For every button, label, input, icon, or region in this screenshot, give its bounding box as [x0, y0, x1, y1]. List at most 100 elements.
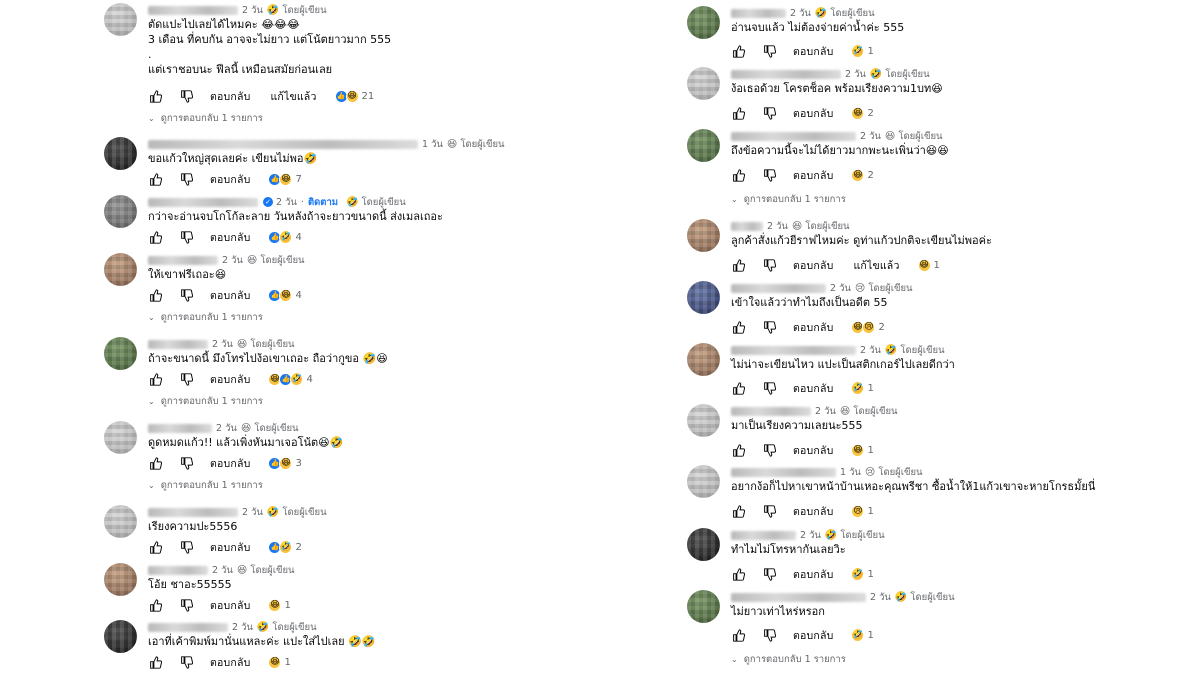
avatar[interactable]	[104, 563, 137, 596]
edited-label[interactable]: แก้ไขแล้ว	[853, 257, 899, 274]
dislike-icon[interactable]	[179, 598, 193, 612]
comment-time[interactable]: 2 วัน	[845, 67, 866, 82]
reply-button[interactable]: ตอบกลับ	[793, 319, 833, 336]
reaction-summary[interactable]: 👍 🤣 4	[268, 230, 302, 244]
commenter-name-blurred[interactable]	[731, 467, 836, 477]
reaction-summary[interactable]: 😆 1	[268, 598, 291, 612]
commenter-name-blurred[interactable]	[731, 8, 786, 18]
like-icon[interactable]	[731, 381, 745, 395]
avatar[interactable]	[104, 421, 137, 454]
like-icon[interactable]	[148, 89, 162, 103]
comment-time[interactable]: 2 วัน	[870, 590, 891, 605]
reply-button[interactable]: ตอบกลับ	[793, 566, 833, 583]
commenter-name-blurred[interactable]	[731, 530, 796, 540]
commenter-name-blurred[interactable]	[731, 69, 841, 79]
dislike-icon[interactable]	[762, 106, 776, 120]
like-icon[interactable]	[731, 258, 745, 272]
reaction-summary[interactable]: 👍 😆 21	[334, 89, 374, 103]
comment-time[interactable]: 2 วัน	[216, 421, 237, 436]
dislike-icon[interactable]	[762, 504, 776, 518]
like-icon[interactable]	[148, 456, 162, 470]
commenter-name-blurred[interactable]	[148, 339, 208, 349]
avatar[interactable]	[687, 67, 720, 100]
reply-button[interactable]: ตอบกลับ	[793, 442, 833, 459]
avatar[interactable]	[104, 337, 137, 370]
comment-time[interactable]: 2 วัน	[222, 253, 243, 268]
commenter-name-blurred[interactable]	[731, 406, 811, 416]
reaction-summary[interactable]: 🤣 1	[851, 628, 874, 642]
comment-time[interactable]: 2 วัน	[232, 620, 253, 635]
view-replies-link[interactable]: ⌄ ดูการตอบกลับ 1 รายการ	[148, 479, 263, 491]
commenter-name-blurred[interactable]	[148, 565, 208, 575]
commenter-name-blurred[interactable]	[148, 197, 258, 207]
edited-label[interactable]: แก้ไขแล้ว	[270, 88, 316, 105]
like-icon[interactable]	[731, 628, 745, 642]
avatar[interactable]	[687, 528, 720, 561]
reply-button[interactable]: ตอบกลับ	[210, 455, 250, 472]
commenter-name-blurred[interactable]	[731, 345, 856, 355]
reaction-summary[interactable]: 👍 😆 4	[268, 288, 302, 302]
dislike-icon[interactable]	[762, 443, 776, 457]
comment-time[interactable]: 2 วัน	[860, 343, 881, 358]
reaction-summary[interactable]: 😆 👍 🤣 4	[268, 372, 313, 386]
dislike-icon[interactable]	[179, 172, 193, 186]
commenter-name-blurred[interactable]	[148, 622, 228, 632]
avatar[interactable]	[687, 465, 720, 498]
reply-button[interactable]: ตอบกลับ	[210, 287, 250, 304]
avatar[interactable]	[687, 590, 720, 623]
dislike-icon[interactable]	[762, 168, 776, 182]
avatar[interactable]	[687, 343, 720, 376]
view-replies-link[interactable]: ⌄ ดูการตอบกลับ 1 รายการ	[148, 395, 263, 407]
dislike-icon[interactable]	[179, 540, 193, 554]
avatar[interactable]	[687, 6, 720, 39]
reply-button[interactable]: ตอบกลับ	[210, 88, 250, 105]
like-icon[interactable]	[731, 504, 745, 518]
dislike-icon[interactable]	[762, 628, 776, 642]
reaction-summary[interactable]: 😆 2	[851, 168, 874, 182]
dislike-icon[interactable]	[762, 320, 776, 334]
dislike-icon[interactable]	[762, 567, 776, 581]
reaction-summary[interactable]: 👍 😆 7	[268, 172, 302, 186]
like-icon[interactable]	[148, 230, 162, 244]
avatar[interactable]	[104, 253, 137, 286]
reply-button[interactable]: ตอบกลับ	[793, 503, 833, 520]
comment-time[interactable]: 2 วัน	[212, 563, 233, 578]
dislike-icon[interactable]	[179, 288, 193, 302]
comment-time[interactable]: 2 วัน	[276, 195, 297, 210]
avatar[interactable]	[104, 3, 137, 36]
reaction-summary[interactable]: 😆 1	[851, 443, 874, 457]
dislike-icon[interactable]	[179, 89, 193, 103]
reply-button[interactable]: ตอบกลับ	[793, 105, 833, 122]
view-replies-label[interactable]: ดูการตอบกลับ 1 รายการ	[161, 394, 263, 409]
comment-time[interactable]: 2 วัน	[767, 219, 788, 234]
follow-button[interactable]: ติดตาม	[308, 195, 338, 210]
like-icon[interactable]	[731, 443, 745, 457]
reaction-summary[interactable]: 👍 😆 3	[268, 456, 302, 470]
reply-button[interactable]: ตอบกลับ	[210, 171, 250, 188]
like-icon[interactable]	[148, 288, 162, 302]
like-icon[interactable]	[731, 567, 745, 581]
comment-time[interactable]: 2 วัน	[830, 281, 851, 296]
comment-time[interactable]: 1 วัน	[840, 465, 861, 480]
reaction-summary[interactable]: 🤣 1	[851, 44, 874, 58]
like-icon[interactable]	[731, 320, 745, 334]
reaction-summary[interactable]: 😆 1	[268, 655, 291, 669]
reaction-summary[interactable]: 😆 😢 2	[851, 320, 885, 334]
view-replies-link[interactable]: ⌄ ดูการตอบกลับ 1 รายการ	[148, 112, 263, 124]
reaction-summary[interactable]: 🤣 1	[851, 567, 874, 581]
commenter-name-blurred[interactable]	[731, 221, 763, 231]
comment-time[interactable]: 2 วัน	[212, 337, 233, 352]
reply-button[interactable]: ตอบกลับ	[210, 539, 250, 556]
reply-button[interactable]: ตอบกลับ	[793, 257, 833, 274]
avatar[interactable]	[104, 505, 137, 538]
reply-button[interactable]: ตอบกลับ	[210, 371, 250, 388]
comment-time[interactable]: 2 วัน	[800, 528, 821, 543]
commenter-name-blurred[interactable]	[731, 283, 826, 293]
view-replies-label[interactable]: ดูการตอบกลับ 1 รายการ	[161, 310, 263, 325]
like-icon[interactable]	[731, 106, 745, 120]
comment-time[interactable]: 2 วัน	[242, 505, 263, 520]
avatar[interactable]	[687, 219, 720, 252]
comment-time[interactable]: 1 วัน	[422, 137, 443, 152]
like-icon[interactable]	[148, 372, 162, 386]
view-replies-link[interactable]: ⌄ ดูการตอบกลับ 1 รายการ	[731, 653, 846, 665]
